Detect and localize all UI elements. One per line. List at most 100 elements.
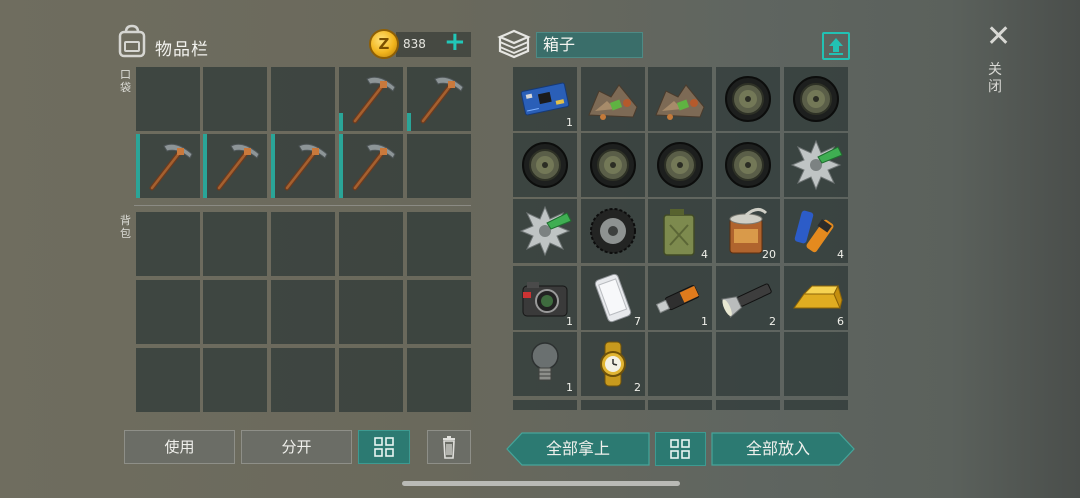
pickaxe-icon [352,76,396,124]
pickaxe-icon [284,143,328,191]
pickaxe-icon [352,143,396,191]
take-all-label: 全部拿上 [545,439,610,458]
put-all-button[interactable]: 全部放入 [711,432,855,466]
backpack-slot[interactable] [136,348,200,412]
wheel-hub-icon [522,142,568,188]
pocket-slot[interactable] [339,134,403,198]
pickaxe-icon [149,143,193,191]
backpack-slot[interactable] [339,280,403,344]
pocket-label: 口袋 [120,68,131,94]
item-count: 6 [837,315,844,328]
split-button[interactable]: 分开 [241,430,352,464]
grid-sort-icon [670,439,690,459]
backpack-slot[interactable] [407,280,471,344]
backpack-slot[interactable] [136,280,200,344]
container-slot-partial [648,400,712,410]
pocket-slot[interactable] [407,67,471,131]
container-slot[interactable]: 7 [581,266,645,330]
container-slot[interactable] [716,332,780,396]
container-slot[interactable]: 1 [513,332,577,396]
container-slot[interactable]: 4 [648,199,712,263]
take-all-button[interactable]: 全部拿上 [506,432,650,466]
scrap-pile-icon [588,84,638,120]
trash-icon [443,436,455,459]
backpack-slot[interactable] [271,280,335,344]
backpack-slot[interactable] [203,280,267,344]
wheel-hub-icon [725,142,771,188]
pickaxe-icon [216,143,260,191]
backpack-slot[interactable] [339,212,403,276]
container-slot[interactable] [581,199,645,263]
saw-blade-icon [519,205,572,257]
inventory-title: 物品栏 [155,40,209,60]
backpack-slot[interactable] [271,212,335,276]
wheel-hub-icon [725,76,771,122]
container-slot[interactable]: 6 [784,266,848,330]
backpack-slot[interactable] [271,348,335,412]
container-slot[interactable] [784,332,848,396]
container-slot[interactable] [513,199,577,263]
tire-icon [590,208,636,254]
close-icon[interactable]: ✕ [986,22,1011,52]
sort-inventory-button[interactable] [358,430,410,464]
container-slot[interactable]: 4 [784,199,848,263]
pocket-slot[interactable] [136,67,200,131]
upload-button[interactable] [822,32,850,60]
backpack-slot[interactable] [407,212,471,276]
container-slot[interactable]: 2 [716,266,780,330]
pocket-slot[interactable] [271,67,335,131]
pickaxe-icon [420,76,464,124]
container-slot-partial [716,400,780,410]
coin-count: 838 [403,37,426,51]
pocket-slot[interactable] [203,134,267,198]
backpack-slot[interactable] [203,212,267,276]
wheel-hub-icon [793,76,839,122]
coin-icon: Z [369,29,399,59]
container-slot[interactable] [581,133,645,197]
item-count: 1 [566,116,573,129]
durability-bar [339,113,343,131]
container-slot[interactable]: 20 [716,199,780,263]
saw-blade-icon [790,139,843,191]
durability-bar [136,134,140,198]
container-slot[interactable]: 2 [581,332,645,396]
container-slot[interactable] [648,133,712,197]
wheel-hub-icon [657,142,703,188]
item-count: 1 [701,315,708,328]
pocket-slot[interactable] [271,134,335,198]
container-slot[interactable] [784,67,848,131]
container-slot[interactable] [716,133,780,197]
home-indicator [402,481,680,486]
sort-container-button[interactable] [655,432,706,466]
add-coins-button[interactable]: + [444,29,466,55]
container-slot[interactable] [784,133,848,197]
item-count: 1 [566,315,573,328]
backpack-slot[interactable] [203,348,267,412]
pocket-slot[interactable] [339,67,403,131]
pocket-slot[interactable] [407,134,471,198]
durability-bar [271,134,275,198]
container-slot[interactable] [716,67,780,131]
backpack-slot[interactable] [339,348,403,412]
durability-bar [407,113,411,131]
container-slot[interactable] [648,67,712,131]
backpack-slot[interactable] [407,348,471,412]
trash-button[interactable] [427,430,471,464]
pocket-slot[interactable] [136,134,200,198]
container-slot-partial [581,400,645,410]
grid-sort-icon [374,437,394,457]
container-slot[interactable] [513,133,577,197]
container-slot[interactable]: 1 [513,67,577,131]
container-slot[interactable]: 1 [513,266,577,330]
container-slot[interactable]: 1 [648,266,712,330]
durability-bar [339,134,343,198]
use-button[interactable]: 使用 [124,430,235,464]
container-slot[interactable] [648,332,712,396]
pocket-slot[interactable] [203,67,267,131]
backpack-icon [118,24,146,58]
container-slot[interactable] [581,67,645,131]
section-divider [134,205,471,206]
close-label[interactable]: 关闭 [988,62,1006,96]
backpack-slot[interactable] [136,212,200,276]
scrap-pile-icon [655,84,705,120]
